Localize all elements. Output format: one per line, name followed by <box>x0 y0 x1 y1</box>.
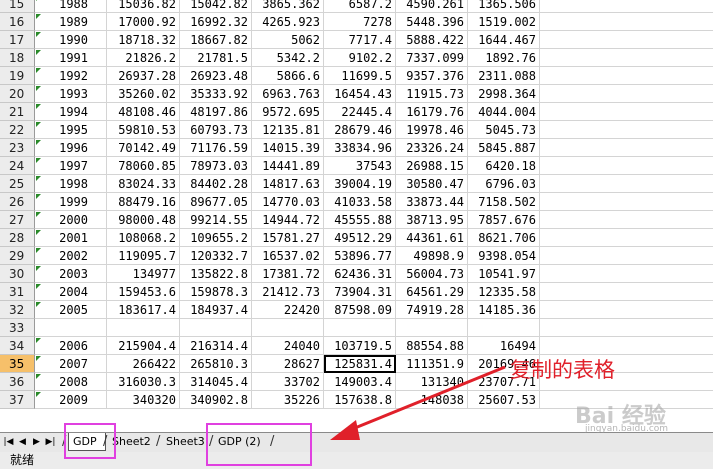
watermark-url: jingyan.baidu.com <box>585 424 669 434</box>
arrow-head <box>330 420 360 440</box>
annotation-label: 复制的表格 <box>510 358 615 382</box>
arrow-line <box>344 365 506 434</box>
